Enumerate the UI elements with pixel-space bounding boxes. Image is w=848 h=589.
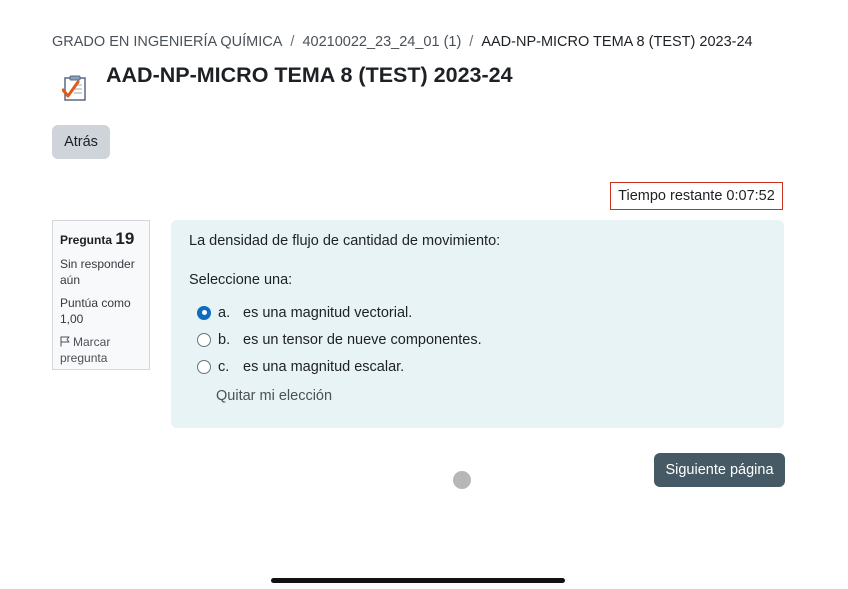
breadcrumb: GRADO EN INGENIERÍA QUÍMICA / 40210022_23_… <box>52 34 753 50</box>
clear-choice-link[interactable]: Quitar mi elección <box>216 387 766 405</box>
question-label: Pregunta <box>60 233 113 247</box>
touch-pointer <box>453 471 471 489</box>
breadcrumb-separator: / <box>290 34 295 50</box>
answer-letter: c. <box>218 358 230 375</box>
answer-option-b[interactable]: b. es un tensor de nueve componentes. <box>189 326 766 353</box>
question-text: La densidad de flujo de cantidad de movi… <box>189 233 501 249</box>
breadcrumb-separator: / <box>469 34 474 50</box>
quiz-icon <box>62 75 86 101</box>
next-page-button[interactable]: Siguiente página <box>654 453 785 487</box>
question-content: La densidad de flujo de cantidad de movi… <box>171 220 784 428</box>
flag-icon <box>60 336 70 347</box>
answer-letter: b. <box>218 331 231 348</box>
page-title: AAD-NP-MICRO TEMA 8 (TEST) 2023-24 <box>106 63 513 87</box>
radio-button[interactable] <box>197 332 211 347</box>
flag-question-link[interactable]: Marcar pregunta <box>60 334 142 366</box>
question-grade: Puntúa como 1,00 <box>60 296 131 326</box>
answer-text[interactable]: es un tensor de nueve componentes. <box>243 332 482 348</box>
question-number: Pregunta 19 <box>60 229 142 249</box>
answer-letter: a. <box>218 304 231 321</box>
answer-option-a[interactable]: a. es una magnitud vectorial. <box>189 299 766 326</box>
back-button[interactable]: Atrás <box>52 125 110 159</box>
answer-option-c[interactable]: c. es una magnitud escalar. <box>189 353 766 380</box>
radio-button-selected[interactable] <box>197 305 211 320</box>
answer-text[interactable]: es una magnitud vectorial. <box>243 305 412 321</box>
question-state: Sin responder aún <box>60 257 135 287</box>
question-prompt: Seleccione una: <box>189 272 293 288</box>
question-number-value: 19 <box>115 229 135 248</box>
time-remaining: Tiempo restante 0:07:52 <box>610 182 783 210</box>
breadcrumb-section-link[interactable]: 40210022_23_24_01 (1) <box>302 34 461 50</box>
home-indicator[interactable] <box>271 578 565 583</box>
radio-button[interactable] <box>197 359 211 374</box>
breadcrumb-course-link[interactable]: GRADO EN INGENIERÍA QUÍMICA <box>52 34 282 50</box>
breadcrumb-current-quiz: AAD-NP-MICRO TEMA 8 (TEST) 2023-24 <box>481 34 753 50</box>
answer-text[interactable]: es una magnitud escalar. <box>243 359 404 375</box>
question-info-panel: Pregunta 19 Sin responder aún Puntúa com… <box>52 220 150 370</box>
